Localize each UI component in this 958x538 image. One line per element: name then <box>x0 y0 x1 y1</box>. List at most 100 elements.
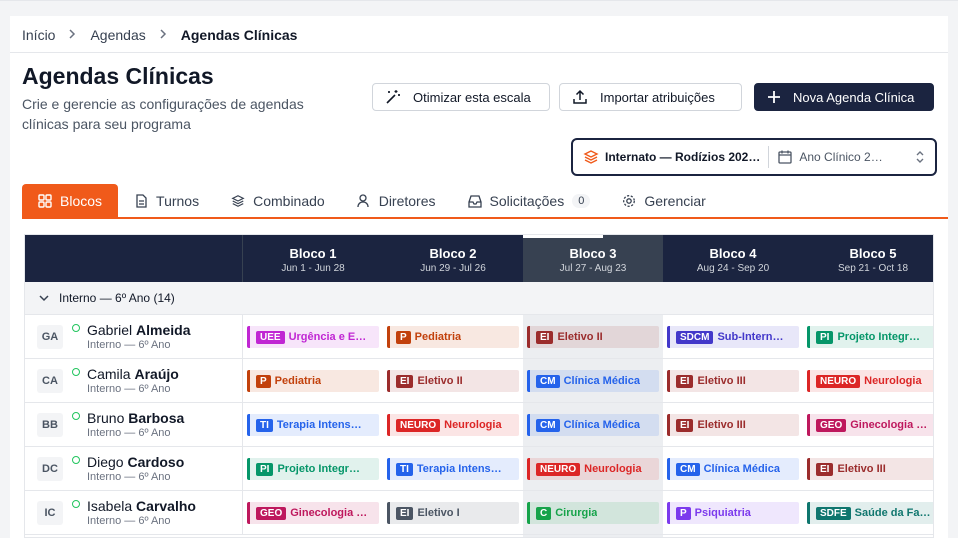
tab-solicitacoes[interactable]: Solicitações 0 <box>452 184 607 217</box>
person-cell[interactable]: IC Isabela Carvalho Interno — 6º Ano <box>25 491 243 535</box>
rotation-code: EI <box>396 374 414 388</box>
rotation-code: PI <box>816 330 834 344</box>
tab-combinado[interactable]: Combinado <box>215 184 341 217</box>
rotation-chip[interactable]: NEURO Neurologia <box>527 458 659 480</box>
breadcrumb-agendas[interactable]: Agendas <box>90 27 145 43</box>
tab-turnos[interactable]: Turnos <box>118 184 215 217</box>
rotation-chip[interactable]: P Pediatria <box>247 370 379 392</box>
divider <box>10 52 948 53</box>
block-name: Bloco 4 <box>709 246 757 261</box>
rotation-chip[interactable]: TI Terapia Intens… <box>387 458 519 480</box>
rotation-chip[interactable]: EI Eletivo III <box>667 414 799 436</box>
rotation-chip[interactable]: NEURO Neurologia <box>387 414 519 436</box>
tab-label: Diretores <box>378 192 436 209</box>
rotation-chip[interactable]: EI Eletivo II <box>527 326 659 348</box>
block-header[interactable]: Bloco 3 Jul 27 - Aug 23 <box>523 235 663 282</box>
block-header[interactable]: Bloco 2 Jun 29 - Jul 26 <box>383 235 523 282</box>
rotation-chip[interactable]: EI Eletivo III <box>667 370 799 392</box>
person-name: Diego Cardoso <box>87 454 184 470</box>
block-header[interactable]: Bloco 5 Sep 21 - Oct 18 <box>803 235 933 282</box>
schedule-grid: Bloco 1 Jun 1 - Jun 28 Bloco 2 Jun 29 - Jul… <box>24 234 934 538</box>
tab-label: Turnos <box>156 192 200 209</box>
first-name: Camila <box>87 366 131 382</box>
block-dates: Jun 1 - Jun 28 <box>281 263 345 274</box>
rotation-code: CM <box>676 462 700 476</box>
program-select[interactable]: Internato — Rodízios 202… <box>583 149 760 165</box>
year-select[interactable]: Ano Clínico 2… <box>777 149 883 165</box>
rotation-chip[interactable]: GEO Ginecologia … <box>807 414 933 436</box>
rotation-chip[interactable]: NEURO Neurologia <box>807 370 933 392</box>
chevron-right-icon <box>160 28 167 42</box>
person-name: Bruno Barbosa <box>87 410 184 426</box>
rotation-label: Neurologia <box>584 463 642 475</box>
last-name: Barbosa <box>128 410 185 426</box>
status-dot-icon <box>72 368 80 376</box>
new-schedule-button[interactable]: Nova Agenda Clínica <box>754 83 934 111</box>
import-button[interactable]: Importar atribuições <box>559 83 742 111</box>
rotation-code: EI <box>676 418 694 432</box>
tab-diretores[interactable]: Diretores <box>341 184 452 217</box>
rotation-code: NEURO <box>816 374 861 388</box>
rotation-code: C <box>536 506 552 520</box>
breadcrumb-home[interactable]: Início <box>22 27 55 43</box>
program-year-selector[interactable]: Internato — Rodízios 202… Ano Clínico 2… <box>571 138 937 176</box>
rotation-chip[interactable]: CM Clínica Médica <box>527 414 659 436</box>
rotation-chip[interactable]: EI Eletivo I <box>387 502 519 524</box>
rotation-chip[interactable]: C Cirurgia <box>527 502 659 524</box>
block-header[interactable]: Bloco 4 Aug 24 - Sep 20 <box>663 235 803 282</box>
year-value: Ano Clínico 2… <box>799 150 883 164</box>
chevron-down-icon <box>39 294 49 301</box>
rotation-chip[interactable]: CM Clínica Médica <box>667 458 799 480</box>
first-name: Isabela <box>87 498 133 514</box>
rotation-label: Psiquiatria <box>694 507 751 519</box>
tab-blocos[interactable]: Blocos <box>22 184 119 217</box>
rotation-chip[interactable]: PI Projeto Integr… <box>247 458 379 480</box>
last-name: Araújo <box>134 366 179 382</box>
person-cell[interactable]: BB Bruno Barbosa Interno — 6º Ano <box>25 403 243 447</box>
avatar: IC <box>37 501 63 525</box>
group-toggle[interactable]: Interno — 6º Ano (14) <box>25 282 933 315</box>
tab-gerenciar[interactable]: Gerenciar <box>606 184 721 217</box>
first-name: Bruno <box>87 410 125 426</box>
block-name: Bloco 3 <box>569 246 617 261</box>
person-cell[interactable]: GA Gabriel Almeida Interno — 6º Ano <box>25 315 243 359</box>
rotation-code: GEO <box>816 418 847 432</box>
rotation-chip[interactable]: PI Projeto Integr… <box>807 326 933 348</box>
rotation-code: P <box>676 506 691 520</box>
rotation-label: Eletivo II <box>557 331 603 343</box>
requests-count-badge: 0 <box>572 193 591 208</box>
rotation-label: Pediatria <box>274 375 322 387</box>
optimize-button[interactable]: Otimizar esta escala <box>372 83 550 111</box>
first-name: Gabriel <box>87 322 133 338</box>
table-row: BB Bruno Barbosa Interno — 6º Ano TI Terapia… <box>25 403 933 447</box>
person-cell[interactable]: CA Camila Araújo Interno — 6º Ano <box>25 359 243 403</box>
rotation-chip[interactable]: EI Eletivo III <box>807 458 933 480</box>
last-name: Carvalho <box>136 498 196 514</box>
rotation-chip[interactable]: SDCM Sub-Intern… <box>667 326 799 348</box>
rotation-code: EI <box>676 374 694 388</box>
rotation-chip[interactable]: P Pediatria <box>387 326 519 348</box>
person-role: Interno — 6º Ano <box>87 339 171 351</box>
rotation-code: GEO <box>256 506 287 520</box>
rotation-chip[interactable]: EI Eletivo II <box>387 370 519 392</box>
rotation-chip[interactable]: UEE Urgência e E… <box>247 326 379 348</box>
tab-label: Blocos <box>60 192 103 209</box>
rotation-chip[interactable]: CM Clínica Médica <box>527 370 659 392</box>
rotation-label: Cirurgia <box>555 507 598 519</box>
upload-icon <box>573 89 587 104</box>
rotation-chip[interactable]: SDFE Saúde da Fa… <box>807 502 933 524</box>
rotation-code: EI <box>396 506 414 520</box>
breadcrumb-current: Agendas Clínicas <box>180 27 298 43</box>
rotation-chip[interactable]: TI Terapia Intens… <box>247 414 379 436</box>
avatar: CA <box>37 369 63 393</box>
rotation-chip[interactable]: GEO Ginecologia … <box>247 502 379 524</box>
block-header[interactable]: Bloco 1 Jun 1 - Jun 28 <box>243 235 383 282</box>
last-name: Cardoso <box>127 454 185 470</box>
calendar-icon <box>778 150 793 164</box>
block-name: Bloco 1 <box>289 246 337 261</box>
tab-label: Gerenciar <box>644 192 706 209</box>
rotation-code: CM <box>536 374 560 388</box>
rotation-chip[interactable]: P Psiquiatria <box>667 502 799 524</box>
rotation-code: EI <box>816 462 834 476</box>
person-cell[interactable]: DC Diego Cardoso Interno — 6º Ano <box>25 447 243 491</box>
